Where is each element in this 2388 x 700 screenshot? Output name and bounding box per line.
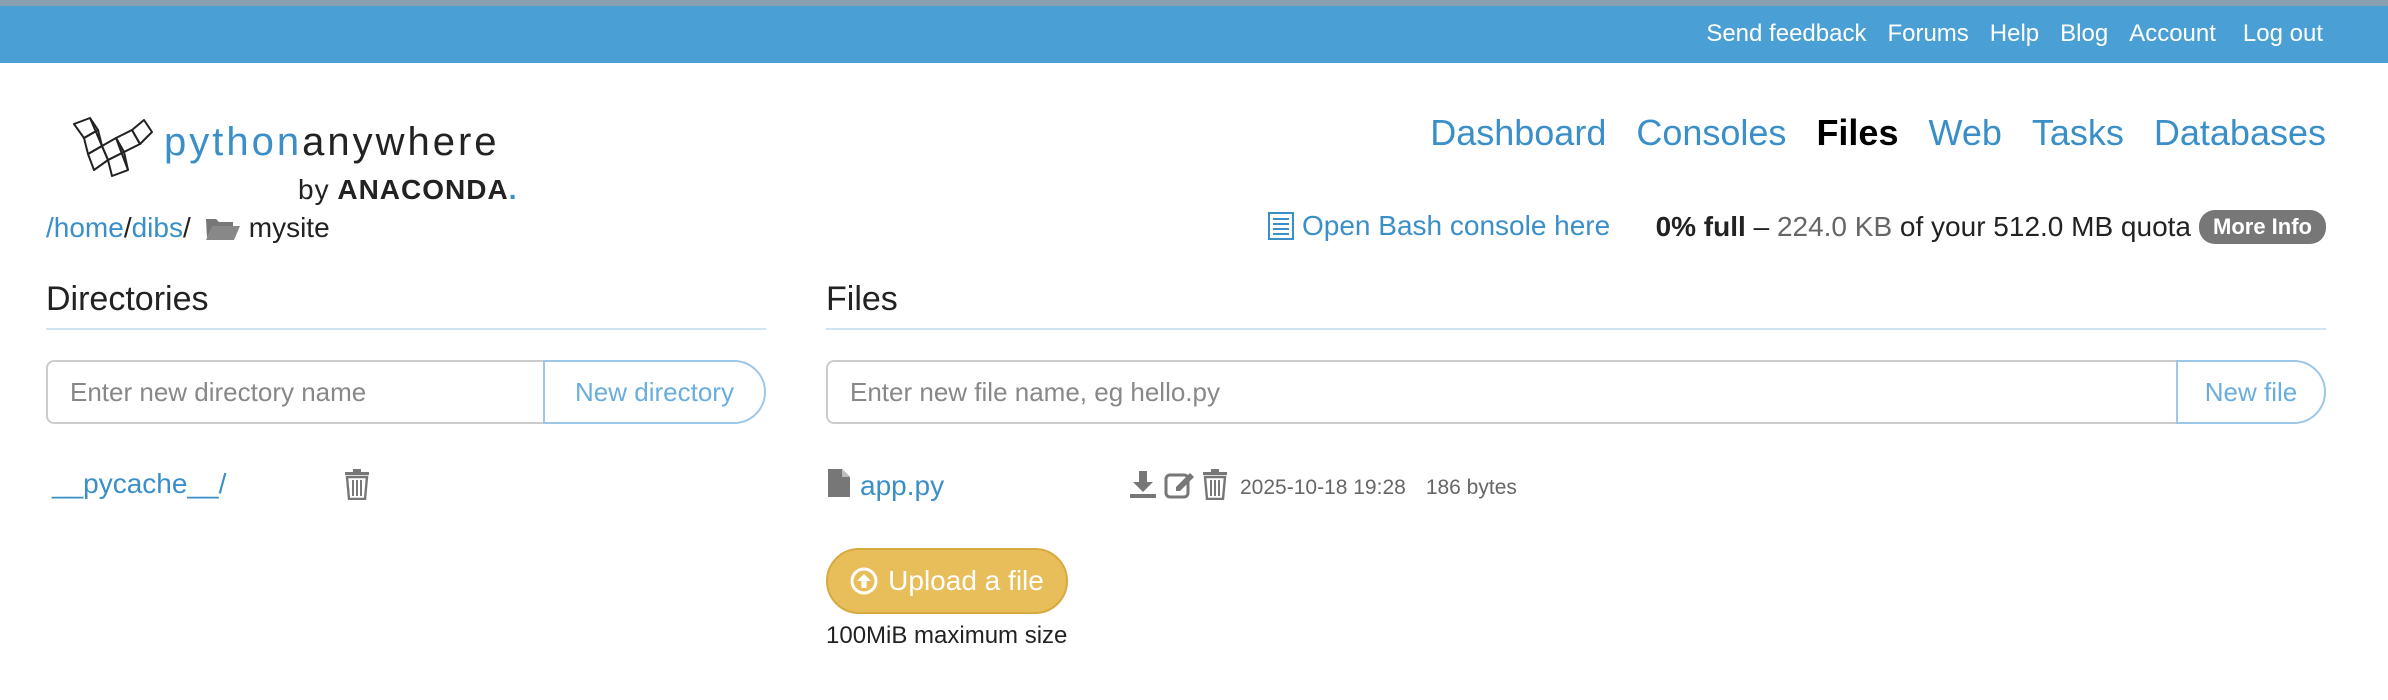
upload-max-size: 100MiB maximum size — [826, 622, 1068, 649]
logo-by-text: by — [298, 174, 330, 205]
breadcrumb-separator: / — [123, 212, 132, 243]
nav-consoles[interactable]: Consoles — [1636, 112, 1786, 154]
pythonanywhere-logo-icon — [73, 117, 153, 177]
logo-wordmark: pythonanywhere — [164, 120, 500, 165]
top-links: Send feedback Forums Help Blog Account L… — [1706, 20, 2323, 48]
nav-databases[interactable]: Databases — [2154, 112, 2326, 154]
upload-file-button[interactable]: Upload a file — [826, 548, 1068, 614]
more-info-button[interactable]: More Info — [2199, 210, 2326, 244]
new-directory-button[interactable]: New directory — [543, 360, 766, 424]
logo-dot-text: . — [508, 174, 517, 205]
download-icon[interactable] — [1128, 469, 1158, 499]
log-out-link[interactable]: Log out — [2243, 20, 2323, 48]
upload-icon — [850, 567, 878, 595]
new-file-form: New file — [826, 360, 2326, 424]
files-title: Files — [826, 280, 898, 318]
new-directory-input[interactable] — [46, 360, 543, 424]
new-file-button[interactable]: New file — [2176, 360, 2326, 424]
nav-tasks[interactable]: Tasks — [2032, 112, 2124, 154]
open-bash-console-label: Open Bash console here — [1302, 210, 1611, 241]
directories-title: Directories — [46, 280, 209, 318]
quota-of-text: of your 512.0 MB quota — [1892, 211, 2191, 242]
delete-file-icon[interactable] — [1202, 468, 1228, 500]
account-link[interactable]: Account — [2129, 20, 2216, 48]
delete-directory-icon[interactable] — [344, 468, 370, 505]
nav-web[interactable]: Web — [1928, 112, 2001, 154]
help-link[interactable]: Help — [1990, 20, 2039, 48]
breadcrumb-current: mysite — [248, 212, 330, 243]
directories-divider — [46, 328, 766, 330]
breadcrumb: /home / dibs / mysite — [46, 212, 330, 244]
open-bash-console-link[interactable]: Open Bash console here — [1268, 210, 1610, 242]
new-directory-form: New directory — [46, 360, 766, 424]
file-meta: 2025-10-18 19:28 186 bytes — [1240, 476, 1517, 500]
quota-info: 0% full – 224.0 KB of your 512.0 MB quot… — [1656, 210, 2326, 244]
directory-link[interactable]: __pycache__/ — [52, 468, 226, 500]
quota-percent: 0% full — [1655, 211, 1746, 242]
breadcrumb-home[interactable]: /home — [46, 212, 124, 244]
logo-anaconda-text: ANACONDA — [337, 174, 509, 205]
breadcrumb-separator: / — [182, 212, 191, 243]
new-file-input[interactable] — [826, 360, 2176, 424]
breadcrumb-user[interactable]: dibs — [132, 212, 183, 244]
file-size: 186 bytes — [1425, 476, 1517, 499]
blog-link[interactable]: Blog — [2060, 20, 2108, 48]
nav-dashboard[interactable]: Dashboard — [1430, 112, 1606, 154]
console-icon — [1268, 212, 1294, 240]
logo-python-text: python — [164, 120, 303, 164]
forums-link[interactable]: Forums — [1887, 20, 1968, 48]
files-divider — [826, 328, 2326, 330]
quota-dash: – — [1745, 211, 1777, 242]
file-link[interactable]: app.py — [860, 470, 944, 502]
edit-icon[interactable] — [1164, 469, 1196, 499]
logo-anywhere-text: anywhere — [302, 120, 500, 164]
top-bar: Send feedback Forums Help Blog Account L… — [0, 0, 2388, 63]
folder-open-icon — [205, 214, 241, 242]
logo-by-anaconda: by ANACONDA. — [298, 174, 516, 206]
nav-files[interactable]: Files — [1816, 112, 1898, 154]
file-actions — [1128, 468, 1228, 500]
quota-used: 224.0 KB — [1776, 211, 1893, 242]
file-modified: 2025-10-18 19:28 — [1240, 476, 1406, 499]
upload-file-label: Upload a file — [888, 565, 1044, 596]
send-feedback-link[interactable]: Send feedback — [1706, 20, 1866, 48]
main-nav: Dashboard Consoles Files Web Tasks Datab… — [1430, 112, 2326, 154]
file-icon — [827, 468, 851, 498]
pythonanywhere-logo[interactable]: pythonanywhere by ANACONDA. — [68, 116, 518, 211]
